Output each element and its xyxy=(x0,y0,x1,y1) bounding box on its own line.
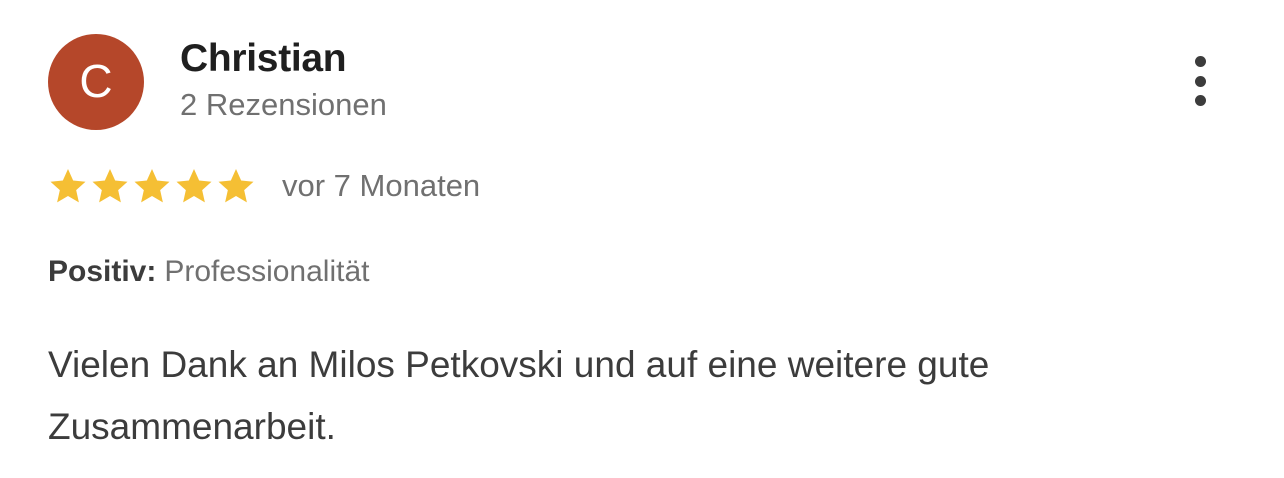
more-vertical-icon xyxy=(1194,75,1206,87)
star-icon xyxy=(134,169,170,203)
attribute-value: Professionalität xyxy=(164,255,370,288)
more-vertical-icon xyxy=(1194,56,1206,67)
more-options-button[interactable] xyxy=(1178,50,1222,112)
star-icon xyxy=(92,169,128,203)
review-card: C Christian 2 Rezensionen vor 7 Monaten … xyxy=(0,0,1284,478)
more-vertical-icon xyxy=(1194,95,1206,106)
attribute-label: Positiv: xyxy=(48,255,157,288)
star-icon xyxy=(50,169,86,203)
author-name[interactable]: Christian xyxy=(180,36,347,82)
avatar[interactable]: C xyxy=(48,34,144,130)
review-text: Vielen Dank an Milos Petkovski und auf e… xyxy=(48,344,990,447)
star-icon xyxy=(218,169,254,203)
star-rating xyxy=(48,166,258,206)
review-attribute: Positiv: Professionalität xyxy=(48,253,369,291)
star-icon xyxy=(176,169,212,203)
review-count[interactable]: 2 Rezensionen xyxy=(180,86,387,124)
review-date: vor 7 Monaten xyxy=(282,168,481,203)
avatar-initial: C xyxy=(79,55,113,107)
rating-row: vor 7 Monaten xyxy=(48,166,480,206)
